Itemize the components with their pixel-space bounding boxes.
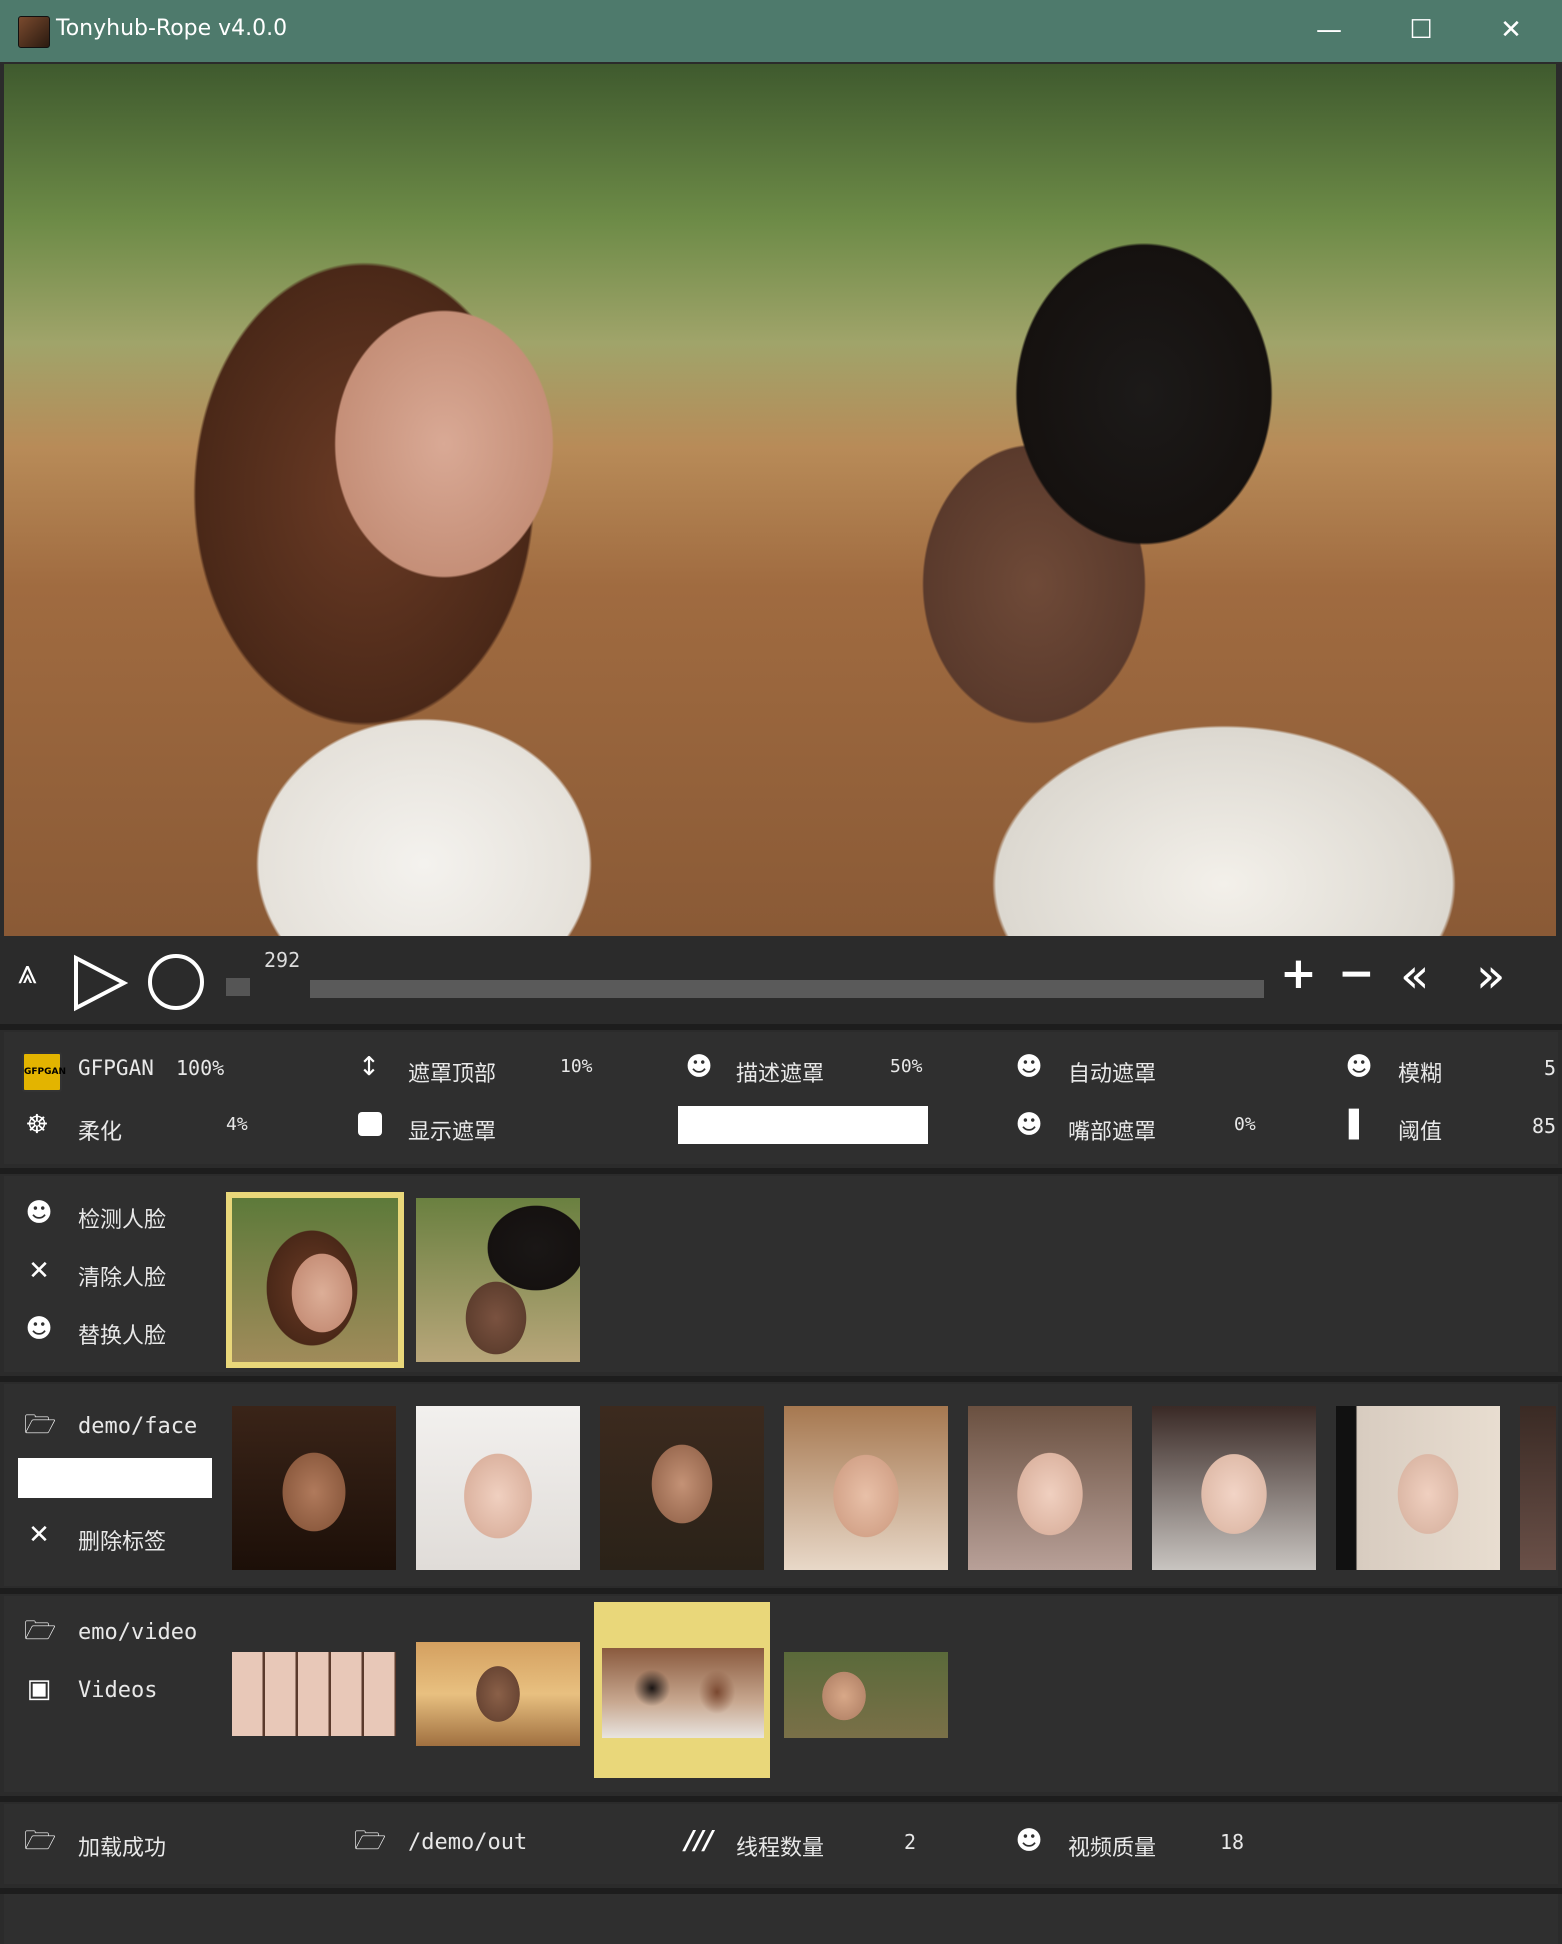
video-quality-label[interactable]: 视频质量	[1068, 1830, 1156, 1862]
blur-label[interactable]: 模糊	[1398, 1056, 1442, 1088]
gfpgan-label[interactable]: GFPGAN	[78, 1056, 154, 1080]
person-icon: ☻	[1015, 1110, 1043, 1140]
video-quality-value[interactable]: 18	[1220, 1830, 1244, 1854]
timeline-slider[interactable]	[310, 980, 1264, 998]
detect-faces-button[interactable]: 检测人脸	[78, 1202, 166, 1234]
soften-icon: ☸	[25, 1110, 49, 1140]
video-thumb-2[interactable]	[416, 1642, 580, 1746]
load-status-label[interactable]: 加载成功	[78, 1830, 166, 1862]
person-icon: ☻	[685, 1052, 713, 1082]
status-panel: 🗁 加载成功 🗁 /demo/out /// 线程数量 2 ☻ 视频质量 18	[4, 1804, 1558, 1884]
collapse-icon[interactable]: ⩓	[18, 952, 37, 992]
delete-tag-button[interactable]: 删除标签	[78, 1524, 166, 1556]
blur-value[interactable]: 5	[1544, 1056, 1556, 1080]
cross-icon: ✕	[28, 1520, 50, 1550]
person-icon: ☻	[1345, 1052, 1373, 1082]
videos-label[interactable]: Videos	[78, 1678, 157, 1703]
source-face-3[interactable]	[600, 1406, 764, 1570]
video-thumb-3[interactable]	[602, 1648, 764, 1738]
output-folder-path[interactable]: /demo/out	[408, 1830, 527, 1855]
person-icon: ☻	[25, 1314, 53, 1344]
person-icon: ☻	[1015, 1826, 1043, 1856]
source-face-2[interactable]	[416, 1406, 580, 1570]
videos-icon: ▣	[26, 1674, 52, 1704]
folder-icon: 🗁	[24, 1826, 57, 1856]
settings-panel: GFPGAN GFPGAN 100% ↕ 遮罩顶部 10% ☻ 描述遮罩 50%…	[4, 1032, 1558, 1164]
threads-icon: ///	[684, 1826, 714, 1856]
source-face-6[interactable]	[1152, 1406, 1316, 1570]
minimize-button[interactable]: —	[1304, 12, 1354, 48]
folder-icon: 🗁	[24, 1410, 57, 1440]
close-button[interactable]: ✕	[1486, 12, 1536, 48]
person-icon: ☻	[1015, 1052, 1043, 1082]
detected-face-1[interactable]	[232, 1198, 398, 1362]
frame-number: 292	[264, 948, 301, 972]
swap-faces-button[interactable]: 替换人脸	[78, 1318, 166, 1350]
plus-icon[interactable]: +	[1280, 948, 1317, 999]
person-icon: ☻	[25, 1198, 53, 1228]
auto-mask-label[interactable]: 自动遮罩	[1068, 1056, 1156, 1088]
forward-icon[interactable]: »	[1476, 948, 1505, 1004]
source-face-5[interactable]	[968, 1406, 1132, 1570]
source-faces-panel: 🗁 demo/face ✕ 删除标签	[4, 1384, 1558, 1586]
clear-faces-button[interactable]: 清除人脸	[78, 1260, 166, 1292]
mask-text-input[interactable]	[678, 1106, 928, 1144]
mask-top-label[interactable]: 遮罩顶部	[408, 1056, 496, 1088]
threshold-label[interactable]: 阈值	[1398, 1114, 1442, 1146]
videos-folder-path[interactable]: emo/video	[78, 1620, 197, 1645]
source-face-7[interactable]	[1336, 1406, 1500, 1570]
describe-mask-label[interactable]: 描述遮罩	[736, 1056, 824, 1088]
threads-value[interactable]: 2	[904, 1830, 916, 1854]
soften-label[interactable]: 柔化	[78, 1114, 122, 1146]
mouth-mask-value[interactable]: 0%	[1234, 1114, 1256, 1135]
minus-icon[interactable]: −	[1338, 948, 1375, 999]
folder-icon: 🗁	[354, 1826, 387, 1856]
slider-handle[interactable]	[226, 978, 250, 996]
record-icon[interactable]	[146, 952, 206, 1012]
checkbox-icon[interactable]	[358, 1112, 382, 1136]
app-icon	[18, 16, 50, 48]
face-search-input[interactable]	[18, 1458, 212, 1498]
window-title: Tonyhub-Rope v4.0.0	[56, 16, 288, 41]
source-face-8[interactable]	[1520, 1406, 1556, 1570]
maximize-button[interactable]: ☐	[1396, 12, 1446, 48]
mouth-mask-label[interactable]: 嘴部遮罩	[1068, 1114, 1156, 1146]
source-face-1[interactable]	[232, 1406, 396, 1570]
threshold-icon: ▌	[1349, 1110, 1369, 1140]
cross-icon: ✕	[28, 1256, 50, 1286]
mask-top-icon: ↕	[358, 1052, 380, 1082]
show-mask-label[interactable]: 显示遮罩	[408, 1114, 496, 1146]
detected-face-2[interactable]	[416, 1198, 580, 1362]
video-thumb-1[interactable]	[232, 1652, 396, 1736]
mask-top-value[interactable]: 10%	[560, 1056, 593, 1077]
play-icon[interactable]	[70, 954, 128, 1012]
bottom-bar	[4, 1894, 1558, 1944]
videos-panel: 🗁 emo/video ▣ Videos	[4, 1596, 1558, 1792]
rewind-icon[interactable]: «	[1400, 948, 1429, 1004]
video-thumb-4[interactable]	[784, 1652, 948, 1738]
threshold-value[interactable]: 85	[1532, 1114, 1556, 1138]
gfpgan-value[interactable]: 100%	[176, 1056, 224, 1080]
gfpgan-icon: GFPGAN	[22, 1052, 66, 1092]
player-controls: ⩓ 292 + − « »	[4, 940, 1556, 1024]
faces-folder-path[interactable]: demo/face	[78, 1414, 197, 1439]
folder-icon: 🗁	[24, 1616, 57, 1646]
threads-label[interactable]: 线程数量	[736, 1830, 824, 1862]
title-bar: Tonyhub-Rope v4.0.0 — ☐ ✕	[0, 0, 1562, 62]
source-face-4[interactable]	[784, 1406, 948, 1570]
soften-value[interactable]: 4%	[226, 1114, 248, 1135]
video-preview[interactable]	[4, 64, 1556, 936]
detected-faces-panel: ☻ 检测人脸 ✕ 清除人脸 ☻ 替换人脸	[4, 1176, 1558, 1372]
describe-mask-value[interactable]: 50%	[890, 1056, 923, 1077]
